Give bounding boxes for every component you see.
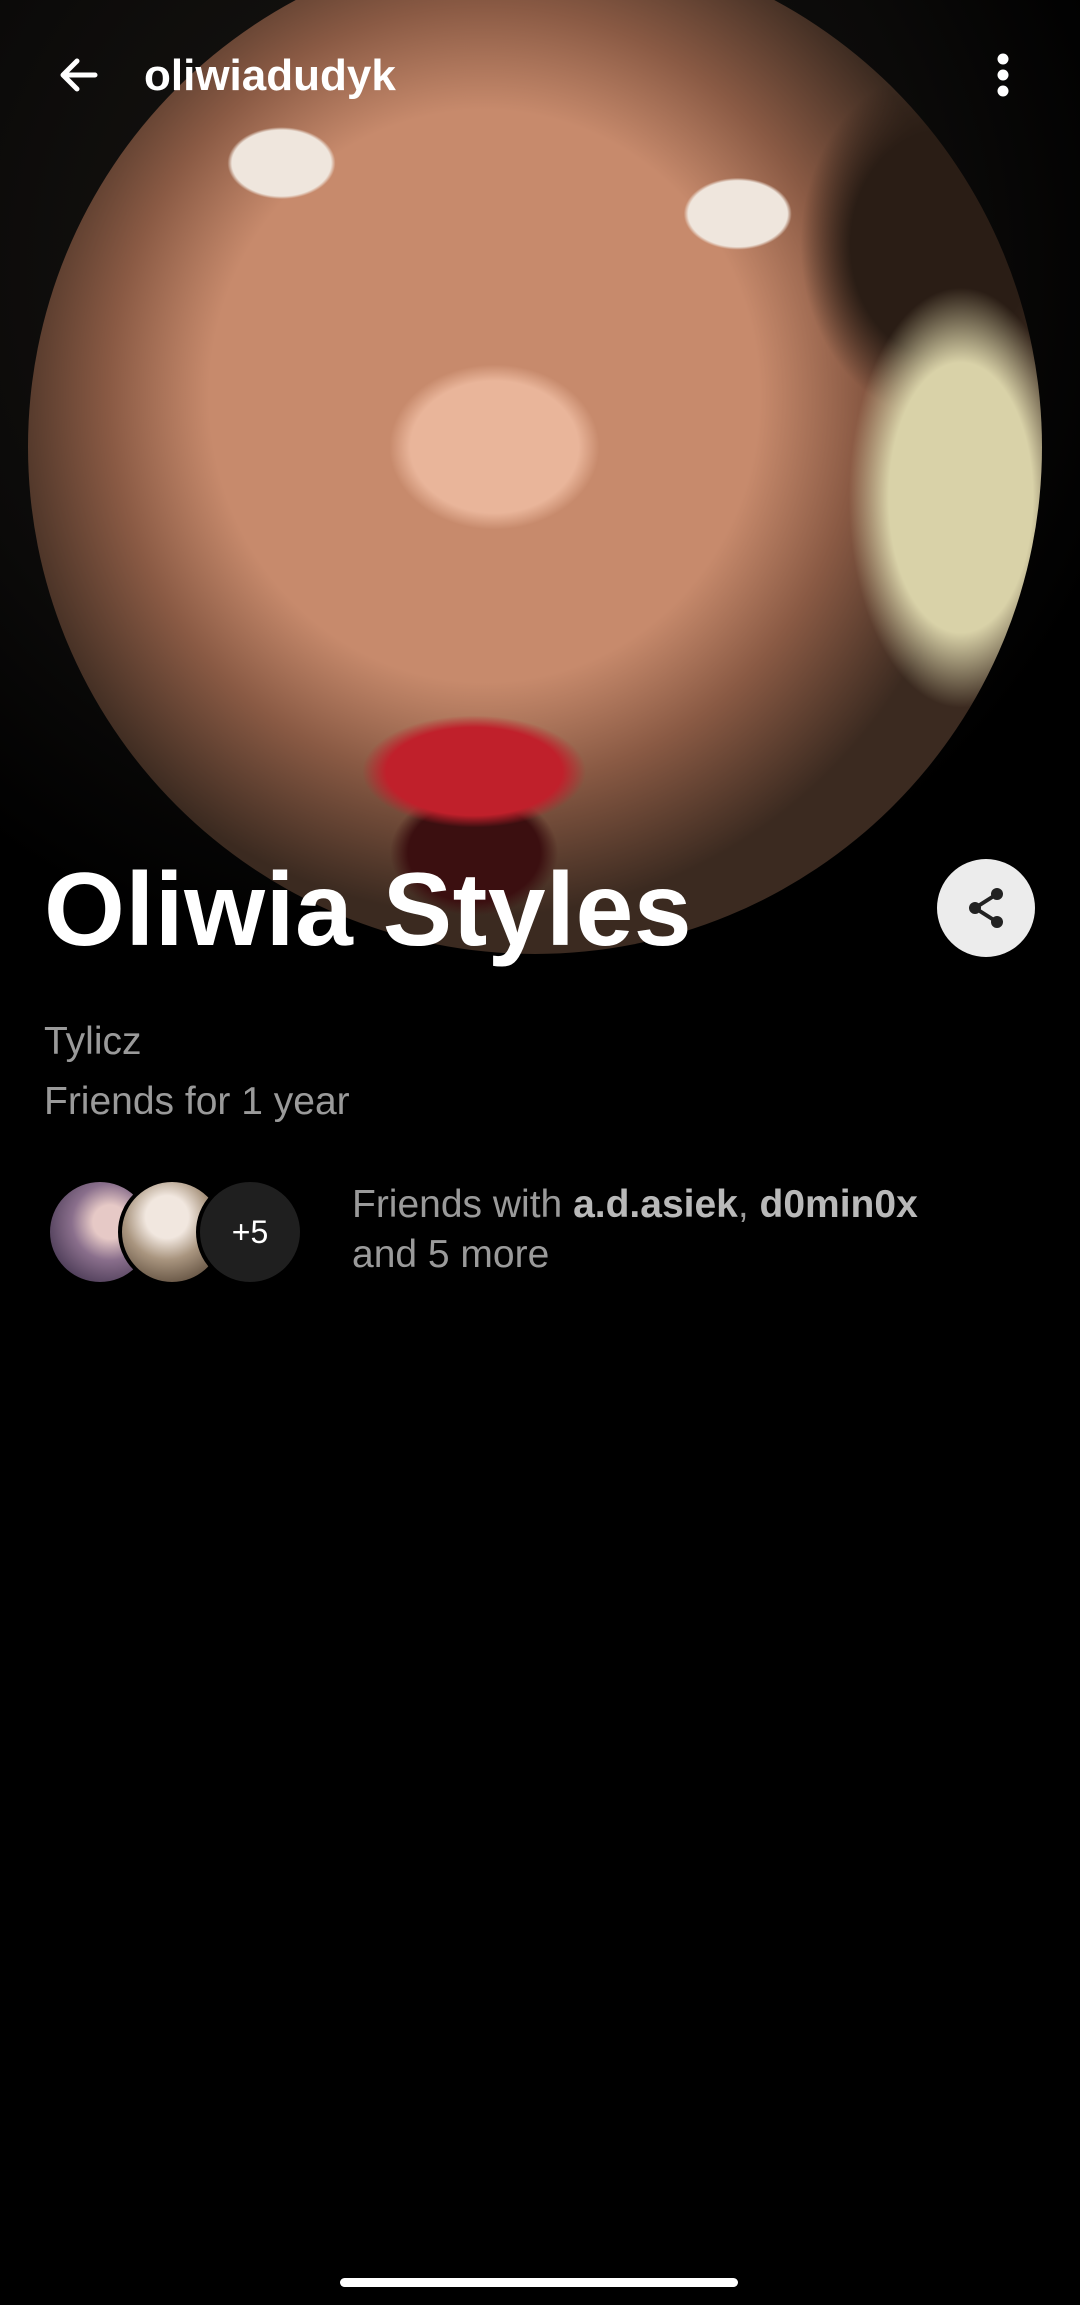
more-vertical-icon	[997, 53, 1009, 97]
mutual-friends-avatars[interactable]: +5	[46, 1178, 326, 1286]
back-button[interactable]	[44, 40, 114, 110]
mutual-suffix: and 5 more	[352, 1233, 550, 1276]
share-icon	[969, 888, 1003, 928]
mutual-friend-name[interactable]: d0min0x	[760, 1183, 918, 1226]
home-indicator[interactable]	[340, 2278, 738, 2287]
header-username: oliwiadudyk	[144, 51, 396, 100]
more-options-button[interactable]	[978, 40, 1028, 110]
mutual-prefix: Friends with	[352, 1183, 574, 1226]
profile-display-name: Oliwia Styles	[44, 852, 693, 968]
profile-location: Tylicz	[44, 1020, 142, 1063]
mutual-separator: ,	[737, 1183, 760, 1226]
friendship-duration: Friends for 1 year	[44, 1080, 350, 1123]
mutual-friend-name[interactable]: a.d.asiek	[573, 1183, 738, 1226]
top-bar: oliwiadudyk	[0, 0, 1080, 150]
more-friends-badge[interactable]: +5	[196, 1178, 304, 1286]
arrow-left-icon	[60, 58, 98, 92]
mutual-friends-text[interactable]: Friends with a.d.asiek, d0min0x and 5 mor…	[352, 1180, 1042, 1280]
share-button[interactable]	[937, 859, 1035, 957]
